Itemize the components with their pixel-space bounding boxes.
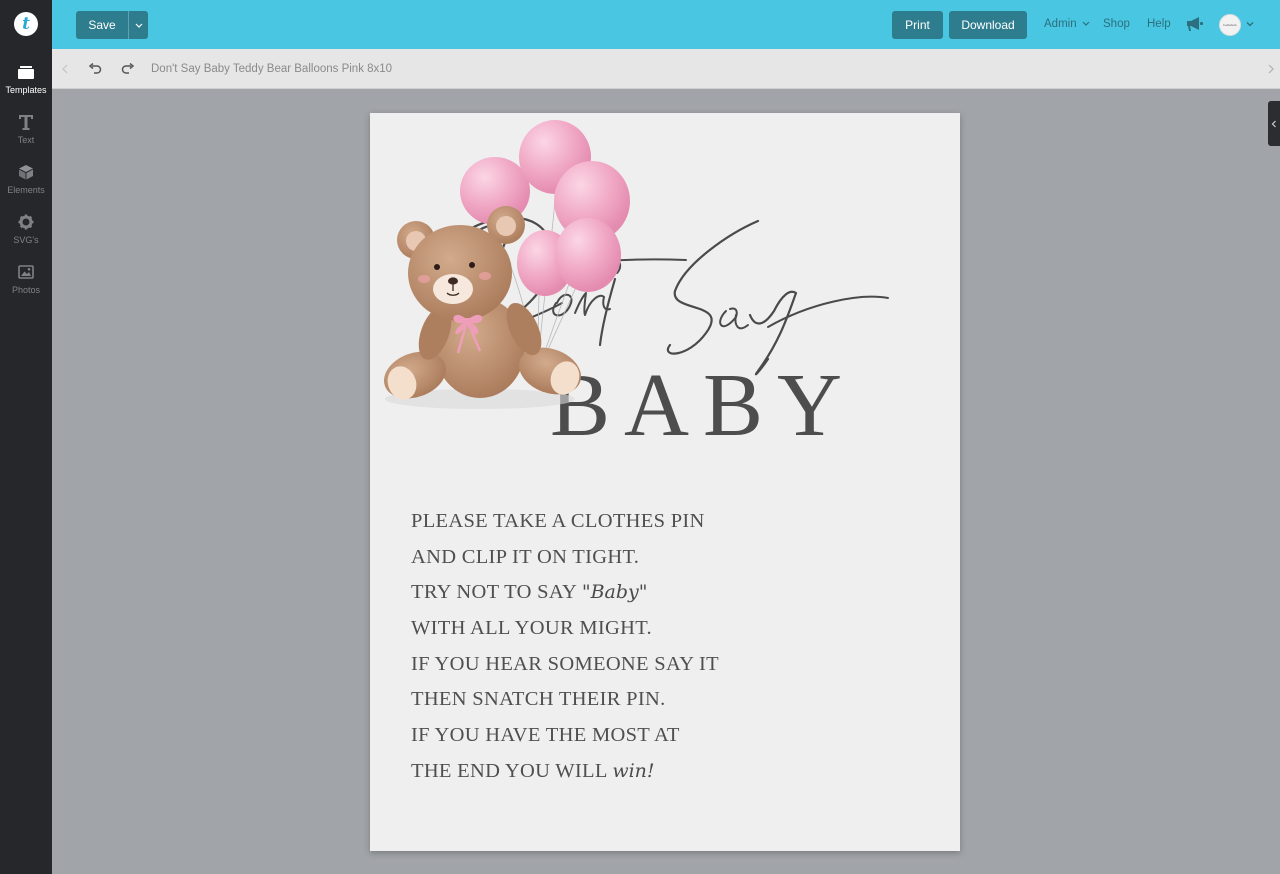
poem-line: THEN SNATCH THEIR PIN. [411,688,666,711]
chevron-left-icon[interactable] [56,60,74,78]
chevron-left-icon [1271,120,1276,127]
poem-line: PLEASE TAKE A CLOTHES PIN [411,510,705,532]
sidebar-item-elements[interactable]: Elements [0,162,52,195]
chevron-down-icon [1082,22,1090,27]
photos-icon [0,262,52,282]
elements-icon [0,162,52,182]
sidebar-item-svgs[interactable]: SVG's [0,212,52,245]
gear-icon [0,212,52,232]
poem-line: IF YOU HAVE THE MOST AT [411,724,680,747]
poem-line: THE END YOU WILL win! [411,759,655,782]
text-icon [0,112,52,132]
document-title[interactable]: Don't Say Baby Teddy Bear Balloons Pink … [151,63,392,75]
poem-line: AND CLIP IT ON TIGHT. [411,545,640,568]
admin-menu[interactable]: Admin [1044,18,1090,30]
sidebar-item-label: Photos [11,285,41,295]
megaphone-icon[interactable] [1186,16,1204,32]
panel-toggle-handle[interactable] [1268,101,1280,146]
left-sidebar: t Templates Text Elements SVG's Photos [0,0,52,874]
save-button[interactable]: Save [76,11,128,39]
poem-text[interactable]: PLEASE TAKE A CLOTHES PIN AND CLIP IT ON… [411,504,721,790]
design-canvas[interactable]: BABY PLEASE TAKE A CLOTHES PIN AND CLIP … [370,113,960,851]
teddy-bear-balloons-image[interactable] [370,113,640,423]
app-logo[interactable]: t [14,12,38,36]
chevron-right-icon[interactable] [1262,60,1280,78]
templates-icon [0,62,52,82]
help-link[interactable]: Help [1147,18,1171,30]
sidebar-item-text[interactable]: Text [0,112,52,145]
redo-icon[interactable] [119,60,137,78]
undo-icon[interactable] [86,60,104,78]
chevron-down-icon[interactable] [1245,19,1255,29]
sidebar-item-photos[interactable]: Photos [0,262,52,295]
avatar-text: bellafem [1223,23,1237,27]
sidebar-item-label: SVG's [13,235,39,245]
logo-letter: t [22,13,30,34]
print-button[interactable]: Print [892,11,943,39]
admin-menu-label: Admin [1044,18,1077,30]
avatar[interactable]: bellafem [1219,14,1241,36]
download-button[interactable]: Download [949,11,1027,39]
sidebar-item-templates[interactable]: Templates [0,62,52,95]
save-options-button[interactable] [128,11,148,39]
sidebar-item-label: Templates [5,85,47,95]
poem-line: TRY NOT TO SAY "Baby" [411,581,648,604]
sidebar-item-label: Text [17,135,35,145]
poem-line: IF YOU HEAR SOMEONE SAY IT [411,652,719,675]
chevron-down-icon [135,23,142,28]
editor-toolbar: Don't Say Baby Teddy Bear Balloons Pink … [52,49,1280,89]
sidebar-item-label: Elements [7,185,45,195]
shop-link[interactable]: Shop [1103,18,1130,30]
poem-line: WITH ALL YOUR MIGHT. [411,617,652,640]
top-bar: Save Print Download Admin Shop Help bell… [52,0,1280,49]
